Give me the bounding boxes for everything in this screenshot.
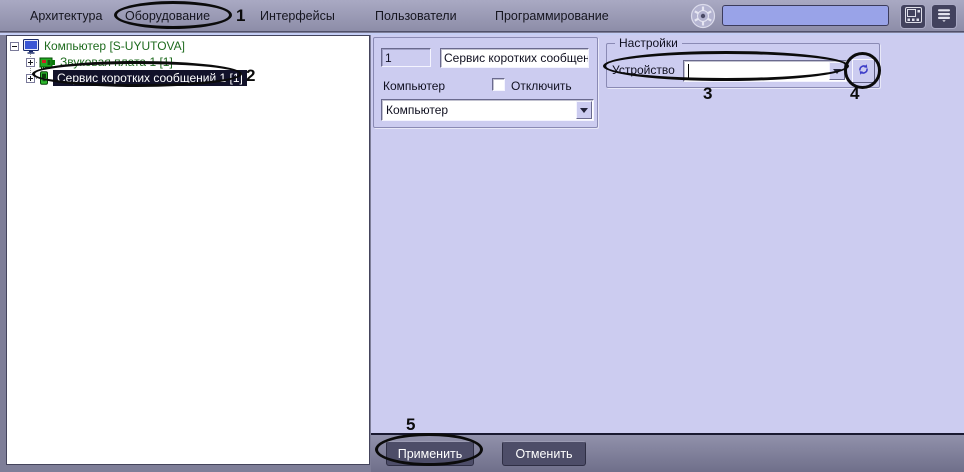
disable-checkbox[interactable] [492,78,505,91]
chevron-down-icon[interactable] [829,62,845,80]
tree-item-sound-card[interactable]: Звуковая плата 1 [1] [26,54,173,70]
expander-plus-icon[interactable] [26,74,35,83]
chevron-down-icon[interactable] [576,101,592,119]
device-select[interactable] [683,60,847,82]
tab-programming[interactable]: Программирование [495,0,609,32]
refresh-button[interactable] [852,59,875,83]
computer-select[interactable]: Компьютер [381,99,594,121]
tree-item-sms-service[interactable]: Сервис коротких сообщений 1 [1] [26,70,247,86]
id-field[interactable]: 1 [381,48,431,67]
sound-card-icon [39,56,56,69]
tab-users[interactable]: Пользователи [375,0,457,32]
application-window: Архитектура Оборудование Интерфейсы Поль… [0,0,964,472]
panels-menu-icon [936,7,952,26]
expander-plus-icon[interactable] [26,58,35,67]
footer-bar: Применить Отменить [371,433,964,472]
tree-item-label: Звуковая плата 1 [1] [60,55,173,69]
identification-panel: 1 Сервис коротких сообщени Компьютер Отк… [373,37,598,128]
tab-equipment[interactable]: Оборудование [125,0,210,32]
tab-interfaces[interactable]: Интерфейсы [260,0,335,32]
monitor-icon [23,39,40,54]
tree-item-computer[interactable]: Компьютер [S-UYUTOVA] [10,38,185,54]
disable-label: Отключить [511,79,572,93]
tree-item-label: Компьютер [S-UYUTOVA] [44,39,185,53]
phone-icon [39,71,49,85]
equipment-tree-panel: Компьютер [S-UYUTOVA] Звуковая плата 1 [6,35,370,465]
settings-panel: 1 Сервис коротких сообщени Компьютер Отк… [371,35,964,433]
apply-button[interactable]: Применить [386,441,474,466]
device-label: Устройство [612,63,675,77]
layout-grid-button[interactable] [900,4,926,29]
panels-menu-button[interactable] [931,4,957,29]
search-input[interactable] [722,5,889,26]
text-cursor [688,64,689,78]
computer-select-value: Компьютер [382,103,593,117]
top-menu-bar: Архитектура Оборудование Интерфейсы Поль… [0,0,964,32]
layout-grid-icon [905,7,922,26]
cancel-button[interactable]: Отменить [502,441,586,466]
tree-item-label-selected: Сервис коротких сообщений 1 [1] [53,70,247,86]
tab-architecture[interactable]: Архитектура [30,0,102,32]
computer-label: Компьютер [383,79,445,93]
refresh-icon [857,63,870,79]
name-field[interactable]: Сервис коротких сообщени [440,48,589,68]
gear-icon [690,3,716,29]
settings-group-title: Настройки [615,36,682,50]
expander-minus-icon[interactable] [10,42,19,51]
